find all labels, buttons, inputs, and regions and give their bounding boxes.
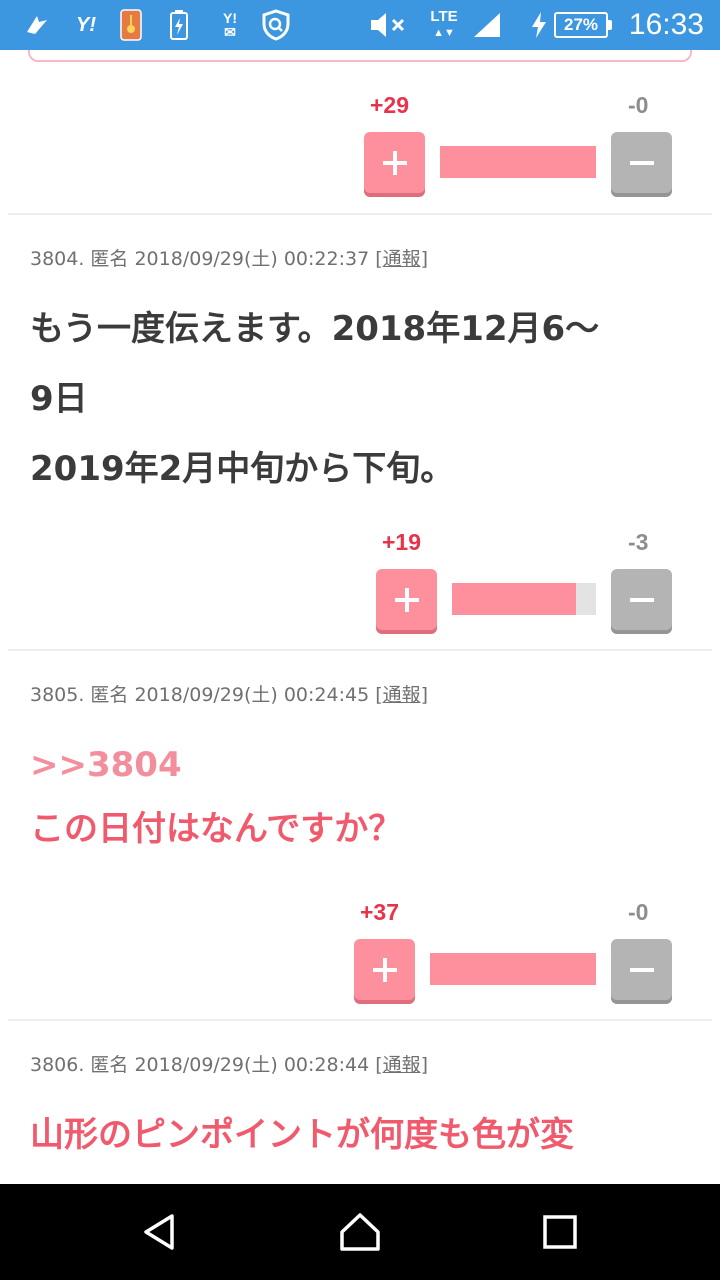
minus-count: -0 xyxy=(628,899,649,925)
report-link[interactable]: [通報] xyxy=(375,1054,428,1076)
vote-ratio-fill xyxy=(440,146,596,178)
battery-saver-icon xyxy=(166,0,192,50)
comment-meta: 3806. 匿名 2018/09/29(土) 00:28:44 [通報] xyxy=(30,1050,428,1077)
lte-icon: LTE ▲▼ xyxy=(430,8,458,40)
notification-icon xyxy=(20,0,54,50)
minus-button[interactable] xyxy=(611,132,672,193)
status-bar: Y! Y! ✉ LTE ▲▼ 27% 16:33 xyxy=(0,0,720,50)
divider xyxy=(8,213,712,215)
comment-body: >>3804 この日付はなんですか？ xyxy=(30,733,700,861)
report-link[interactable]: [通報] xyxy=(375,684,428,706)
comment-list[interactable]: +29 -0 3804. 匿名 2018/09/29(土) 00:22:37 [… xyxy=(0,50,720,1184)
comment-line: もう一度伝えます。2018年12月6〜 xyxy=(30,309,600,349)
comment-line: 山形のピンポイントが何度も色が変 xyxy=(30,1115,574,1155)
back-icon[interactable] xyxy=(134,1206,186,1258)
clock: 16:33 xyxy=(628,8,704,41)
plus-icon xyxy=(394,587,419,612)
minus-icon xyxy=(629,597,654,602)
app-icon xyxy=(118,0,144,50)
vote-ratio-fill xyxy=(452,583,576,615)
plus-count: +29 xyxy=(370,92,410,118)
comment-line: 2019年2月中旬から下旬。 xyxy=(30,449,455,489)
comment-meta: 3805. 匿名 2018/09/29(土) 00:24:45 [通報] xyxy=(30,680,428,707)
comment-line: この日付はなんですか？ xyxy=(30,809,403,849)
comment-body: 山形のピンポイントが何度も色が変 xyxy=(30,1103,700,1167)
signal-icon xyxy=(470,0,504,50)
previous-comment-box xyxy=(28,50,692,62)
vote-ratio-bar xyxy=(430,953,596,985)
navigation-bar xyxy=(0,1184,720,1280)
vote-ratio-fill xyxy=(430,953,596,985)
home-icon[interactable] xyxy=(334,1206,386,1258)
minus-button[interactable] xyxy=(611,939,672,1000)
yahoo-icon: Y! xyxy=(76,13,96,36)
comment-header: 3806. 匿名 2018/09/29(土) 00:28:44 xyxy=(30,1054,370,1076)
plus-icon xyxy=(382,150,407,175)
minus-button[interactable] xyxy=(611,569,672,630)
comment-line: 9日 xyxy=(30,379,88,419)
plus-icon xyxy=(372,957,397,982)
recents-icon[interactable] xyxy=(534,1206,586,1258)
security-shield-icon xyxy=(258,0,294,50)
minus-count: -0 xyxy=(628,92,649,118)
comment-meta: 3804. 匿名 2018/09/29(土) 00:22:37 [通報] xyxy=(30,244,428,271)
minus-icon xyxy=(629,160,654,165)
plus-button[interactable] xyxy=(364,132,425,193)
mute-icon xyxy=(368,0,408,50)
divider xyxy=(8,649,712,651)
minus-icon xyxy=(629,967,654,972)
comment-body: もう一度伝えます。2018年12月6〜 9日 2019年2月中旬から下旬。 xyxy=(30,294,700,504)
plus-button[interactable] xyxy=(376,569,437,630)
plus-count: +19 xyxy=(382,529,422,555)
plus-count: +37 xyxy=(360,899,400,925)
divider xyxy=(8,1019,712,1021)
reply-anchor-link[interactable]: >>3804 xyxy=(30,733,700,797)
battery-icon: 27% xyxy=(554,12,612,38)
comment-header: 3805. 匿名 2018/09/29(土) 00:24:45 xyxy=(30,684,370,706)
comment-header: 3804. 匿名 2018/09/29(土) 00:22:37 xyxy=(30,248,370,270)
vote-ratio-bar xyxy=(440,146,596,178)
vote-ratio-bar xyxy=(452,583,596,615)
report-link[interactable]: [通報] xyxy=(375,248,428,270)
minus-count: -3 xyxy=(628,529,649,555)
yahoo-mail-icon: Y! ✉ xyxy=(223,10,237,40)
charging-icon xyxy=(528,0,550,50)
plus-button[interactable] xyxy=(354,939,415,1000)
